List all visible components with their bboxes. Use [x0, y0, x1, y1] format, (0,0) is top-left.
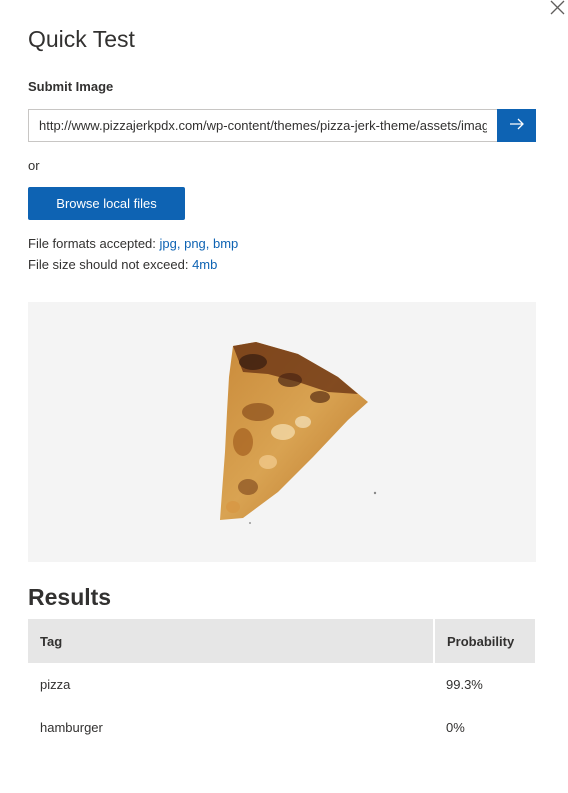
submit-url-button[interactable] [497, 109, 536, 142]
arrow-right-icon [509, 117, 525, 134]
tag-cell: pizza [40, 677, 71, 692]
file-formats-label: File formats accepted: [28, 236, 156, 251]
browse-local-files-button[interactable]: Browse local files [28, 187, 185, 220]
image-preview [28, 302, 536, 562]
column-header-tag: Tag [28, 619, 435, 663]
file-size-info: File size should not exceed: 4mb [28, 257, 217, 272]
file-formats-info: File formats accepted: jpg, png, bmp [28, 236, 238, 251]
submit-image-label: Submit Image [28, 79, 114, 94]
probability-cell: 99.3% [446, 677, 483, 692]
quick-test-panel: Quick Test Submit Image or Browse local … [0, 0, 568, 793]
image-url-input[interactable] [28, 109, 497, 142]
or-separator: or [28, 158, 40, 173]
table-row: hamburger 0% [28, 706, 535, 749]
url-row [28, 109, 536, 142]
table-row: pizza 99.3% [28, 663, 535, 706]
pizza-slice-image [220, 342, 377, 524]
results-title: Results [28, 584, 112, 610]
file-size-link[interactable]: 4mb [192, 257, 217, 272]
results-table: Tag Probability pizza 99.3% hamburger 0% [28, 619, 535, 749]
column-header-probability: Probability [434, 619, 535, 663]
page-title: Quick Test [28, 26, 135, 52]
probability-cell: 0% [446, 720, 465, 735]
close-icon[interactable] [548, 0, 566, 18]
table-header-row: Tag Probability [28, 619, 535, 663]
file-formats-link[interactable]: jpg, png, bmp [160, 236, 239, 251]
file-size-label: File size should not exceed: [28, 257, 189, 272]
tag-cell: hamburger [40, 720, 103, 735]
